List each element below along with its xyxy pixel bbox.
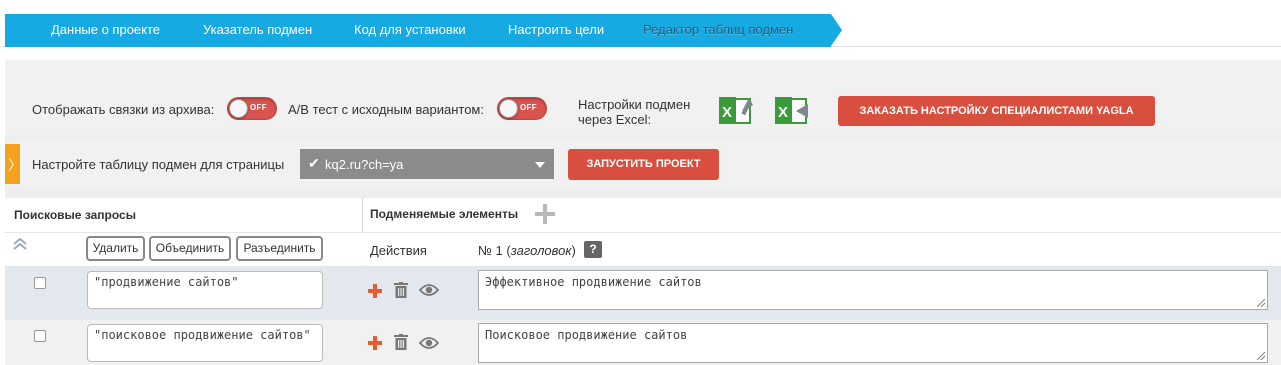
actions-label: Действия — [370, 243, 427, 258]
chevron-right-icon: 〉 — [8, 157, 22, 173]
add-element-icon[interactable] — [534, 203, 556, 225]
svg-text:X: X — [722, 104, 732, 121]
chevron-down-icon — [535, 162, 545, 168]
toggle-knob — [229, 99, 248, 118]
ab-test-label: A/B тест с исходным вариантом: — [288, 102, 484, 117]
ab-test-toggle[interactable]: OFF — [497, 97, 547, 120]
query-input[interactable]: "продвижение сайтов" — [87, 271, 323, 309]
replacement-value-input[interactable]: Поисковое продвижение сайтов — [478, 323, 1268, 363]
add-row-icon[interactable] — [368, 336, 382, 350]
elements-header: Подменяемые элементы — [370, 207, 519, 221]
tab-replacements-pointer[interactable]: Указатель подмен — [203, 14, 312, 47]
delete-button[interactable]: Удалить — [86, 236, 145, 261]
page-select[interactable]: ✔ kq2.ru?ch=ya — [300, 149, 554, 179]
resize-handle-icon[interactable] — [1257, 352, 1265, 360]
column-suffix: ) — [571, 243, 576, 258]
tab-replacements-editor[interactable]: Редактор таблиц подмен — [643, 14, 793, 47]
archive-label: Отображать связки из архива: — [32, 102, 215, 117]
eye-icon[interactable] — [419, 283, 439, 297]
excel-label-line2: через Excel: — [578, 112, 652, 127]
row-checkbox[interactable] — [34, 330, 46, 342]
trash-icon[interactable] — [394, 282, 408, 298]
excel-download-icon[interactable]: X — [774, 94, 810, 126]
toggle-state: OFF — [520, 103, 537, 112]
query-input[interactable]: "поисковое продвижение сайтов" — [87, 324, 323, 362]
excel-upload-icon[interactable]: X — [718, 94, 754, 126]
split-button[interactable]: Разъединить — [236, 236, 323, 261]
trash-icon[interactable] — [394, 334, 408, 350]
queries-header: Поисковые запросы — [14, 208, 136, 222]
column-type: заголовок — [510, 243, 572, 258]
column-number: № 1 ( — [478, 243, 511, 258]
row-checkbox[interactable] — [34, 277, 46, 289]
archive-toggle[interactable]: OFF — [227, 97, 277, 120]
top-strip — [0, 0, 1281, 14]
tabs-arrow — [831, 14, 842, 46]
svg-text:X: X — [778, 104, 788, 121]
page-select-value: kq2.ru?ch=ya — [325, 157, 404, 172]
help-icon[interactable]: ? — [584, 241, 602, 258]
resize-handle-icon[interactable] — [1257, 299, 1265, 307]
column-title: № 1 (заголовок) — [478, 243, 576, 258]
collapse-up-icon[interactable] — [13, 238, 27, 250]
launch-project-button[interactable]: Запустить проект — [568, 149, 719, 180]
replacement-value-text: Эффективное продвижение сайтов — [485, 275, 702, 289]
eye-icon[interactable] — [419, 336, 439, 350]
replacement-value-text: Поисковое продвижение сайтов — [485, 328, 688, 342]
tab-goals[interactable]: Настроить цели — [508, 14, 604, 47]
order-setup-button[interactable]: Заказать настройку специалистами YAGLA — [838, 96, 1155, 126]
merge-button[interactable]: Объединить — [149, 236, 231, 261]
tabs-bar: Данные о проекте Указатель подмен Код дл… — [0, 14, 1281, 47]
page-selector-label: Настройте таблицу подмен для страницы — [32, 157, 285, 172]
toggle-state: OFF — [250, 103, 267, 112]
add-row-icon[interactable] — [368, 284, 382, 298]
excel-label-line1: Настройки подмен — [578, 97, 691, 112]
tab-install-code[interactable]: Код для установки — [354, 14, 466, 47]
toggle-knob — [499, 99, 518, 118]
check-icon: ✔ — [308, 155, 320, 171]
tab-project-data[interactable]: Данные о проекте — [51, 14, 160, 47]
replacement-value-input[interactable]: Эффективное продвижение сайтов — [478, 270, 1268, 310]
side-panel-toggle[interactable]: 〉 — [5, 144, 22, 184]
